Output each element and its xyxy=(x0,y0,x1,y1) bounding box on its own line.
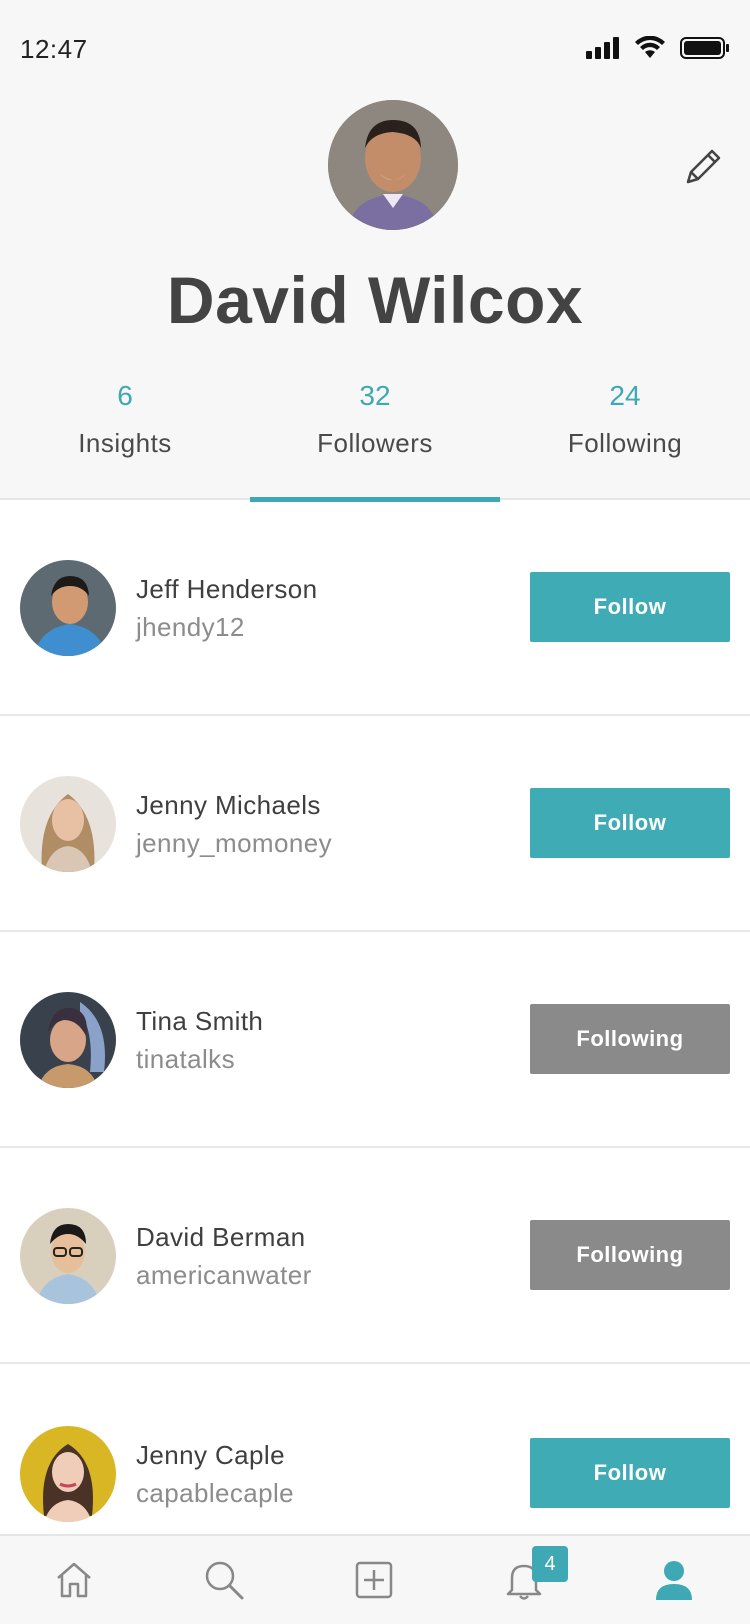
follower-handle: jhendy12 xyxy=(136,612,245,642)
avatar[interactable] xyxy=(20,560,116,656)
bottom-tab-bar xyxy=(0,1534,750,1624)
follower-name: Jeff Henderson xyxy=(136,574,318,604)
notification-badge: 4 xyxy=(532,1546,568,1582)
follow-button[interactable]: Follow xyxy=(530,788,730,858)
battery-icon xyxy=(680,37,729,59)
pencil-icon xyxy=(686,149,721,184)
follow-button[interactable]: Follow xyxy=(530,572,730,642)
follower-name: Jenny Caple xyxy=(136,1440,285,1470)
search-tab[interactable] xyxy=(202,1558,246,1602)
list-item: David Berman americanwater Following xyxy=(0,1148,750,1364)
follower-handle: capablecaple xyxy=(136,1478,295,1508)
following-count: 24 xyxy=(609,380,641,411)
follow-button[interactable]: Follow xyxy=(530,1438,730,1508)
following-button[interactable]: Following xyxy=(530,1220,730,1290)
profile-tabs: 6 Insights 32 Followers 24 Following xyxy=(0,376,750,502)
list-item: Jenny Michaels jenny_momoney Follow xyxy=(0,716,750,932)
tab-insights[interactable]: 6 Insights xyxy=(0,376,250,500)
follower-handle: jenny_momoney xyxy=(136,828,332,858)
edit-profile-button[interactable] xyxy=(680,144,726,190)
wifi-icon xyxy=(635,36,665,58)
follower-name: David Berman xyxy=(136,1222,306,1252)
insights-count: 6 xyxy=(117,380,133,411)
list-item: Jeff Henderson jhendy12 Follow xyxy=(0,500,750,716)
avatar[interactable] xyxy=(20,1208,116,1304)
avatar[interactable] xyxy=(20,1426,116,1522)
status-time: 12:47 xyxy=(20,34,88,64)
profile-icon xyxy=(656,1561,692,1600)
followers-label: Followers xyxy=(317,428,433,458)
follower-name: Jenny Michaels xyxy=(136,790,321,820)
home-icon xyxy=(57,1562,91,1598)
tab-followers[interactable]: 32 Followers xyxy=(250,376,500,502)
follower-handle: tinatalks xyxy=(136,1044,235,1074)
avatar[interactable] xyxy=(20,776,116,872)
signal-icon xyxy=(586,37,619,59)
follower-name: Tina Smith xyxy=(136,1006,264,1036)
following-button[interactable]: Following xyxy=(530,1004,730,1074)
status-icons xyxy=(586,36,730,60)
add-tab[interactable] xyxy=(352,1558,396,1602)
avatar[interactable] xyxy=(20,992,116,1088)
insights-label: Insights xyxy=(78,428,172,458)
follower-handle: americanwater xyxy=(136,1260,312,1290)
home-tab[interactable] xyxy=(52,1558,96,1602)
tab-following[interactable]: 24 Following xyxy=(500,376,750,500)
add-icon xyxy=(355,1561,393,1599)
list-item: Tina Smith tinatalks Following xyxy=(0,932,750,1148)
profile-header: 12:47 David Wilcox 6 Insights 32 Followe… xyxy=(0,0,750,502)
following-label: Following xyxy=(567,428,683,458)
profile-avatar xyxy=(328,100,458,230)
search-icon xyxy=(205,1561,244,1600)
followers-count: 32 xyxy=(359,380,391,411)
profile-tab[interactable] xyxy=(652,1558,696,1602)
profile-name: David Wilcox xyxy=(166,263,584,337)
